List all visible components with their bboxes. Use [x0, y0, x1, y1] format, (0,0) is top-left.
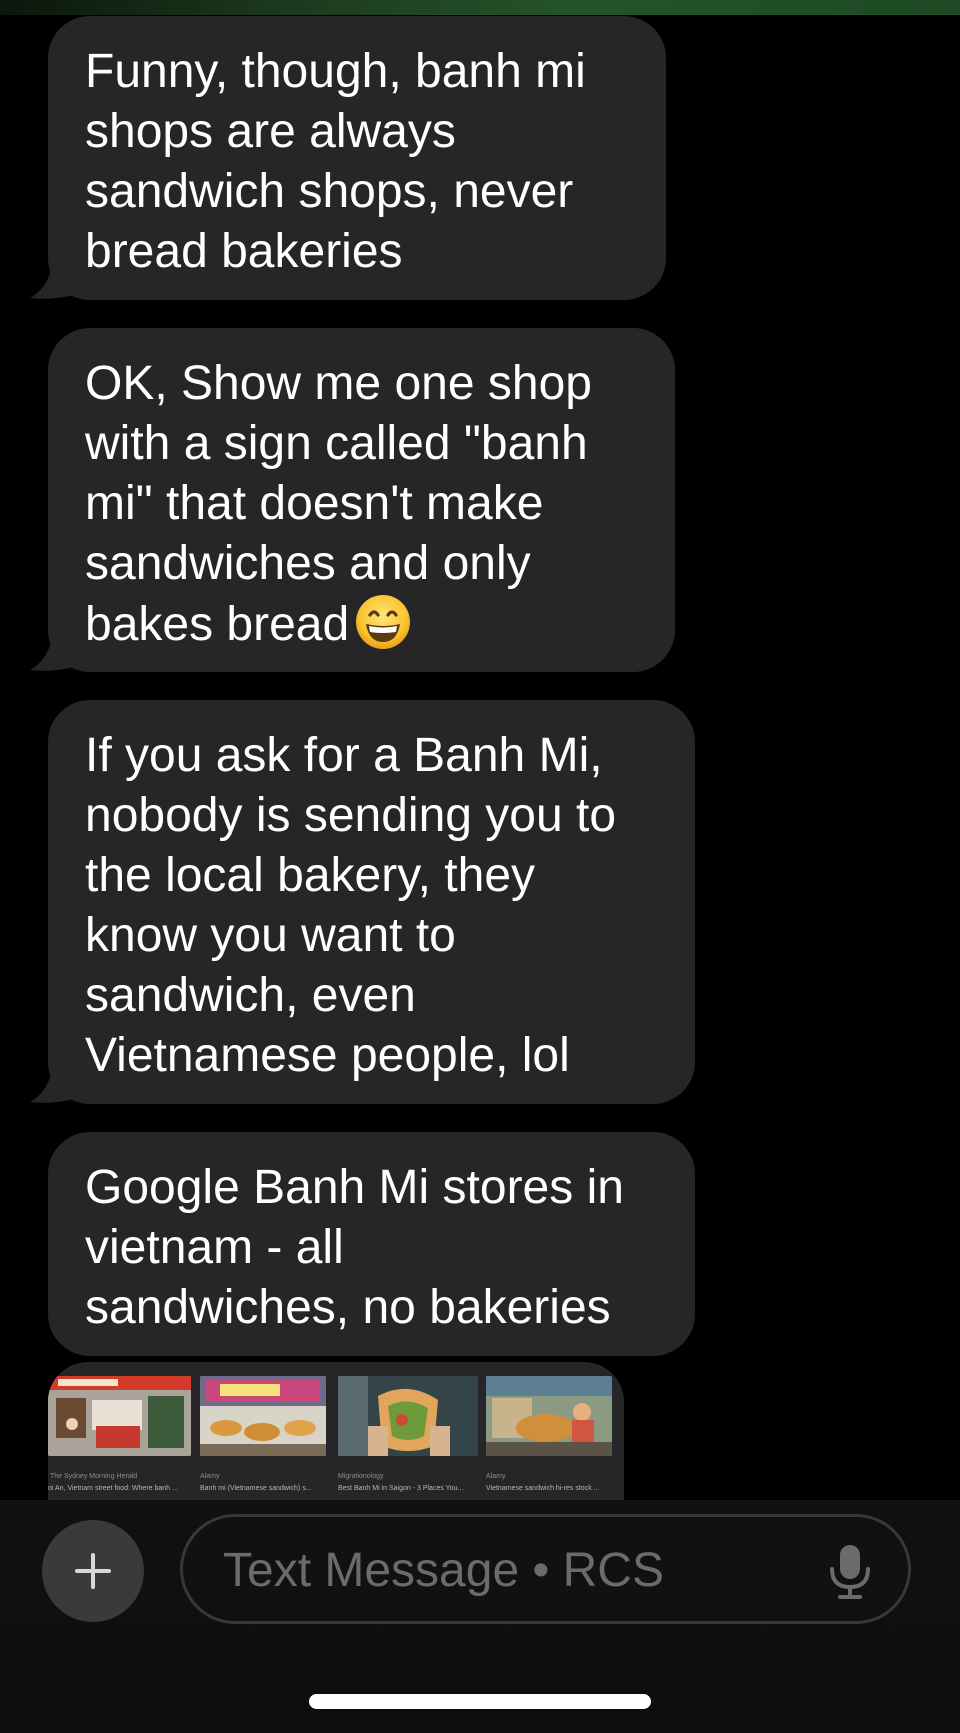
- message-bubble[interactable]: Google Banh Mi stores in vietnam - all s…: [48, 1132, 695, 1356]
- message-input[interactable]: [221, 1537, 785, 1603]
- messages-screen: Funny, though, banh mi shops are always …: [0, 0, 960, 1733]
- thumbnail-source: Alamy: [486, 1473, 506, 1480]
- home-indicator[interactable]: [309, 1694, 651, 1709]
- thumbnail-image[interactable]: [200, 1376, 326, 1456]
- thumbnail-caption: oi An, Vietnam street food: Where banh .…: [48, 1485, 178, 1492]
- plus-icon: [75, 1553, 111, 1589]
- message-text: OK, Show me one shop with a sign called …: [85, 357, 592, 651]
- thumbnail-source: Migrationology: [338, 1473, 384, 1480]
- message-bubble[interactable]: If you ask for a Banh Mi, nobody is send…: [48, 700, 695, 1104]
- thumbnail-source: The Sydney Morning Herald: [50, 1473, 138, 1480]
- grinning-face-icon: [356, 595, 411, 649]
- top-accent-bar: [0, 0, 960, 15]
- thumbnail-source: Alamy: [200, 1473, 220, 1480]
- image-attachment[interactable]: The Sydney Morning Herald oi An, Vietnam…: [48, 1362, 624, 1502]
- thumbnail-caption: Vietnamese sandwich hi-res stock ...: [486, 1485, 600, 1492]
- message-bubble[interactable]: OK, Show me one shop with a sign called …: [48, 328, 675, 672]
- thumbnail-caption: Best Banh Mi in Saigon - 3 Places You...: [338, 1485, 464, 1492]
- message-text: Funny, though, banh mi shops are always …: [85, 45, 586, 278]
- message-input-container[interactable]: [180, 1514, 911, 1624]
- message-bubble[interactable]: Funny, though, banh mi shops are always …: [48, 16, 666, 300]
- message-text: If you ask for a Banh Mi, nobody is send…: [85, 729, 617, 1082]
- thumbnail-image[interactable]: [338, 1376, 478, 1456]
- thumbnail-image[interactable]: [48, 1376, 191, 1456]
- message-text: Google Banh Mi stores in vietnam - all s…: [85, 1161, 624, 1334]
- add-attachment-button[interactable]: [42, 1520, 144, 1622]
- microphone-icon[interactable]: [828, 1543, 872, 1601]
- thumbnail-image[interactable]: [486, 1376, 612, 1456]
- thumbnail-caption: Banh mi (Vietnamese sandwich) s...: [200, 1485, 312, 1492]
